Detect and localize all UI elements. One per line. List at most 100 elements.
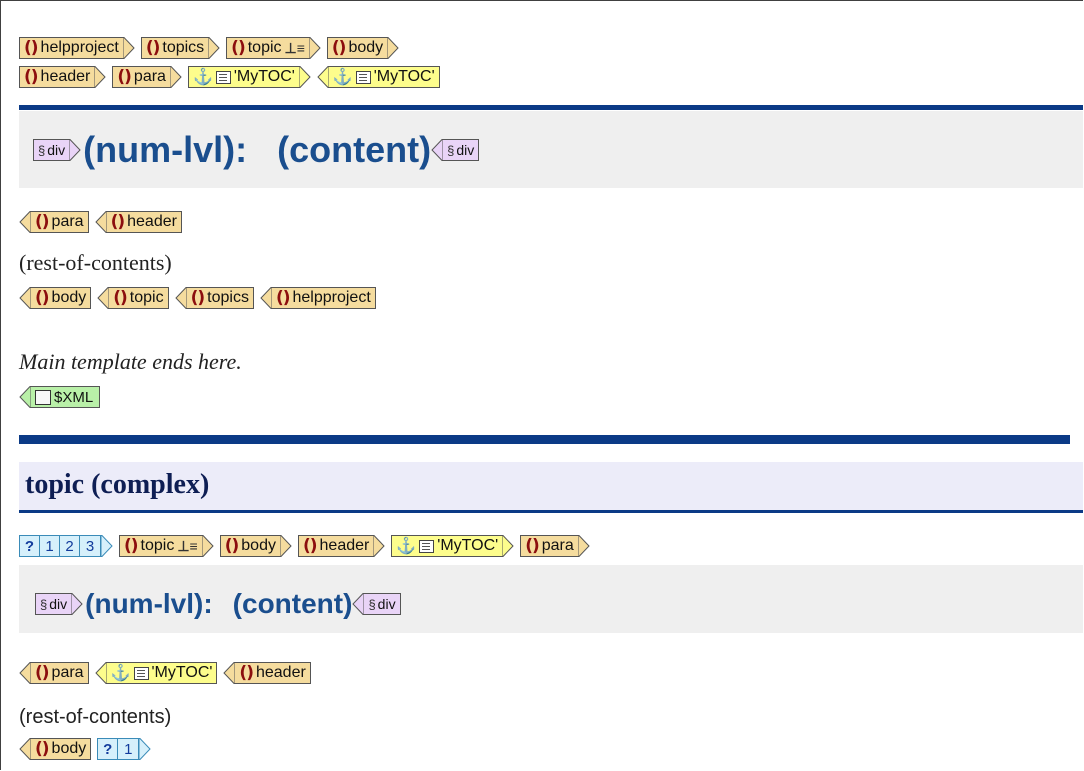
tag-body-start-2[interactable]: () body [219, 535, 292, 557]
toc-box-icon [215, 70, 231, 84]
toc-box-icon [133, 666, 149, 680]
tag-end-arrow [260, 287, 272, 309]
toc-box-icon [355, 70, 371, 84]
tag-label: $XML [54, 388, 94, 406]
anchor-icon: ⚓ [396, 538, 417, 555]
tag-body-end-2[interactable]: () body [19, 738, 92, 760]
tag-header-start[interactable]: () header [19, 66, 107, 88]
tag-topic-end[interactable]: () topic [97, 287, 169, 309]
div-content-row-2: § div (num-lvl): (content) § div [35, 588, 407, 620]
tag-para-end[interactable]: () para [19, 211, 89, 233]
toc-bookmark-start-2[interactable]: ⚓ 'MyTOC' [391, 535, 514, 557]
element-paren-icon: () [110, 212, 126, 232]
tag-label: body [348, 39, 384, 56]
tag-end-arrow [19, 738, 31, 760]
closing-row-3: () para ⚓ 'MyTOC' () header [19, 662, 317, 684]
tag-label: topics [207, 289, 249, 306]
condition-arrow [101, 535, 113, 557]
tag-header-end[interactable]: () header [94, 211, 182, 233]
condition-arrow [139, 738, 151, 760]
element-paren-icon: () [275, 288, 291, 308]
tag-para-end-2[interactable]: () para [19, 662, 89, 684]
tag-start-arrow [201, 535, 214, 557]
tag-label: body [51, 289, 87, 306]
condition-selector[interactable]: ? 1 2 3 [19, 535, 101, 557]
element-paren-icon: () [231, 38, 246, 58]
rest-of-contents-text-2[interactable]: (rest-of-contents) [19, 706, 171, 729]
tag-start-arrow [502, 535, 514, 557]
section-icon: § [447, 142, 455, 158]
tag-label: para [51, 664, 84, 681]
anchor-icon: ⚓ [332, 69, 353, 86]
hierarchy-icon: ⊥≡ [284, 39, 305, 56]
condition-otherwise[interactable]: ? [20, 536, 40, 556]
tag-helpproject-start[interactable]: () helpproject [19, 37, 135, 59]
element-paren-icon: () [35, 288, 50, 308]
toc-bookmark-end[interactable]: ⚓ 'MyTOC' [317, 66, 440, 88]
content-placeholder-2[interactable]: (content) [233, 588, 353, 620]
num-lvl-placeholder-2[interactable]: (num-lvl): [85, 588, 213, 620]
div-end-tag[interactable]: § div [431, 139, 480, 161]
tag-para-start-2[interactable]: () para [520, 535, 590, 557]
xml-document-icon [35, 389, 51, 405]
breadcrumb-row-2: () header () para ⚓ 'MyTOC' ⚓ 'MyTOC' [19, 66, 446, 88]
toc-bookmark-end-2[interactable]: ⚓ 'MyTOC' [94, 662, 218, 684]
anchor-icon: ⚓ [110, 665, 131, 682]
condition-selector-2[interactable]: ? 1 [97, 738, 140, 760]
tag-start-arrow [94, 66, 107, 88]
design-view: () helpproject () topics () topic ⊥≡ () body … [0, 0, 1083, 770]
element-paren-icon: () [35, 663, 50, 683]
element-paren-icon: () [302, 536, 318, 556]
element-paren-icon: () [24, 38, 39, 58]
tag-para-start[interactable]: () para [112, 66, 182, 88]
element-paren-icon: () [117, 67, 132, 87]
tag-body-start[interactable]: () body [326, 37, 399, 59]
section-icon: § [38, 142, 46, 158]
num-lvl-placeholder[interactable]: (num-lvl): [83, 129, 247, 171]
toc-box-icon [419, 539, 435, 553]
tag-end-arrow [174, 287, 187, 309]
rest-of-contents-text[interactable]: (rest-of-contents) [19, 250, 172, 276]
template-title[interactable]: topic (complex) [25, 469, 209, 501]
template-separator [19, 435, 1070, 444]
div-start-tag-2[interactable]: § div [35, 593, 83, 615]
tag-start-arrow [71, 593, 83, 615]
content-placeholder[interactable]: (content) [277, 129, 431, 171]
element-paren-icon: () [331, 38, 347, 58]
tag-label: para [51, 213, 84, 230]
tag-end-arrow [97, 287, 110, 309]
tag-start-arrow [122, 37, 135, 59]
condition-1[interactable]: 1 [118, 739, 139, 759]
tag-start-arrow [308, 37, 321, 59]
tag-label: header [319, 537, 370, 554]
div-start-tag[interactable]: § div [33, 139, 81, 161]
tag-body-end[interactable]: () body [19, 287, 92, 309]
xml-document-end-tag[interactable]: $XML [19, 386, 101, 408]
tag-helpproject-end[interactable]: () helpproject [260, 287, 376, 309]
element-paren-icon: () [239, 663, 254, 683]
condition-2[interactable]: 2 [60, 536, 80, 556]
condition-3[interactable]: 3 [80, 536, 100, 556]
tag-end-arrow [94, 662, 107, 684]
tag-label: div [377, 596, 396, 612]
tag-topics-end[interactable]: () topics [174, 287, 254, 309]
tag-label: 'MyTOC' [151, 664, 213, 681]
tag-label: header [255, 664, 306, 681]
tag-topic-start-2[interactable]: () topic ⊥≡ [119, 535, 214, 557]
tag-header-end-2[interactable]: () header [223, 662, 311, 684]
closing-row-4: () body ? 1 [19, 738, 157, 760]
element-paren-icon: () [35, 739, 50, 759]
tag-header-start-2[interactable]: () header [297, 535, 386, 557]
div-end-tag-2[interactable]: § div [352, 593, 401, 615]
tag-end-arrow [352, 593, 365, 615]
condition-1[interactable]: 1 [40, 536, 60, 556]
tag-start-arrow [169, 66, 182, 88]
toc-bookmark-start[interactable]: ⚓ 'MyTOC' [187, 66, 311, 88]
tag-label: helpproject [292, 289, 371, 306]
condition-otherwise[interactable]: ? [98, 739, 119, 759]
main-template-ends-text[interactable]: Main template ends here. [19, 349, 242, 375]
tag-topic-start[interactable]: () topic ⊥≡ [226, 37, 321, 59]
tag-topics-start[interactable]: () topics [140, 37, 220, 59]
tag-end-arrow [19, 287, 31, 309]
element-paren-icon: () [190, 288, 206, 308]
